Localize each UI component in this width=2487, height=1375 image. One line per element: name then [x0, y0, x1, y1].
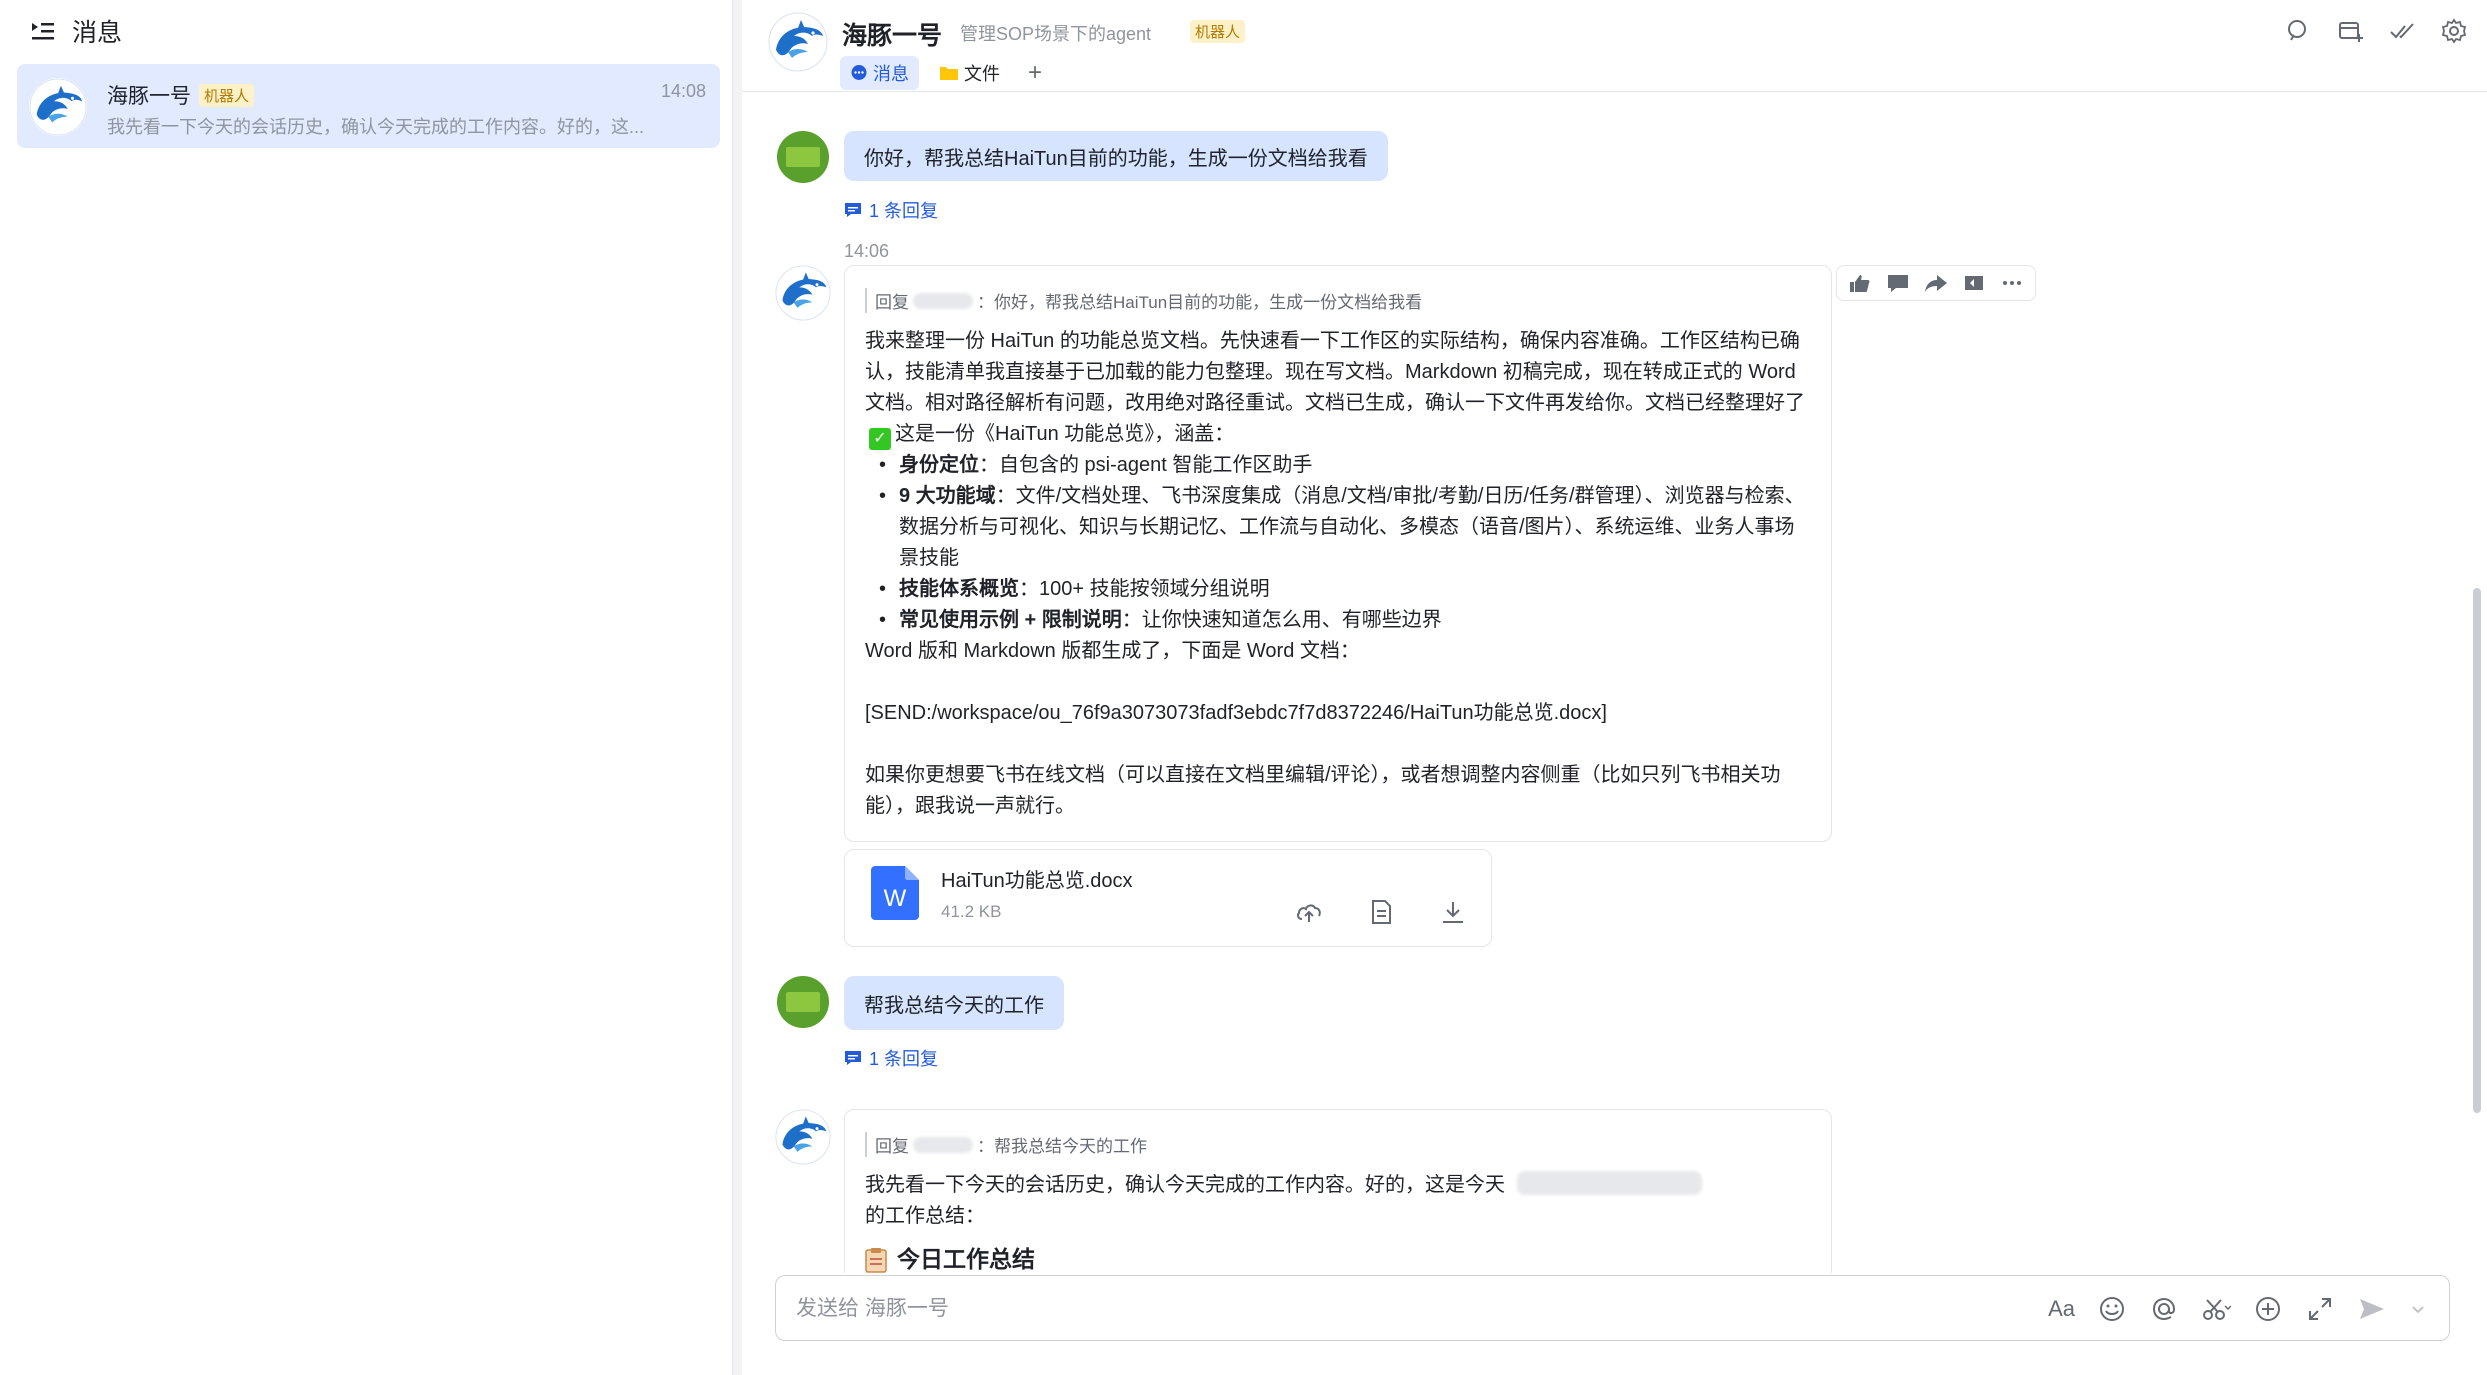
add-window-icon[interactable] [2337, 18, 2363, 44]
list-item: 常见使用示例 + 限制说明：让你快速知道怎么用、有哪些边界 [877, 605, 1805, 636]
chat-bubble-icon [851, 65, 867, 80]
document-preview-icon[interactable] [1367, 898, 1395, 926]
double-check-icon[interactable] [2389, 18, 2415, 44]
forward-icon[interactable] [1923, 272, 1949, 294]
user-avatar[interactable] [777, 131, 829, 183]
reply-count-link[interactable]: 1 条回复 [844, 197, 938, 223]
text-format-button[interactable]: Aa [2048, 1296, 2075, 1322]
sidebar: 消息 海豚一号 机器人 14:08 我先看一下今天的会话历史，确认今天完成的工作内… [0, 0, 733, 1375]
send-icon[interactable] [2357, 1294, 2387, 1324]
dolphin-avatar[interactable] [768, 12, 828, 72]
cloud-upload-icon[interactable] [1295, 898, 1323, 926]
send-path: [SEND:/workspace/ou_76f9a3073073fadf3ebd… [865, 702, 1607, 724]
bot-message-card[interactable]: 回复 ：帮我总结今天的工作 我先看一下今天的会话历史，确认今天完成的工作内容。好… [844, 1109, 1832, 1273]
blurred-username [913, 292, 973, 309]
chat-header: 海豚一号 管理SOP场景下的agent 机器人 消息 文件 + [742, 0, 2487, 92]
list-item: 身份定位：自包含的 psi-agent 智能工作区助手 [877, 450, 1805, 481]
conversation-time: 14:08 [660, 81, 706, 101]
reply-count-link[interactable]: 1 条回复 [844, 1045, 938, 1071]
feature-list: 身份定位：自包含的 psi-agent 智能工作区助手 9 大功能域：文件/文档… [865, 450, 1805, 636]
reply-quote[interactable]: 回复 ：你好，帮我总结HaiTun目前的功能，生成一份文档给我看 [865, 288, 1422, 313]
reply-quote[interactable]: 回复 ：帮我总结今天的工作 [865, 1132, 1147, 1157]
scrollbar[interactable] [2473, 588, 2481, 1113]
search-icon[interactable] [2285, 18, 2311, 44]
plus-circle-icon[interactable] [2253, 1294, 2283, 1324]
svg-text:W: W [884, 885, 907, 912]
folder-icon [940, 67, 958, 80]
chevron-down-icon[interactable] [2409, 1294, 2427, 1324]
chat-description: 管理SOP场景下的agent [960, 24, 1152, 44]
thumbs-up-icon[interactable] [1847, 272, 1873, 294]
reply-icon [845, 203, 861, 217]
bot-message-body: 我来整理一份 HaiTun 的功能总览文档。先快速看一下工作区的实际结构，确保内… [865, 326, 1805, 822]
bot-tag: 机器人 [199, 84, 255, 107]
chat-tabs: 消息 文件 + [840, 56, 1050, 90]
dolphin-avatar[interactable] [775, 265, 831, 321]
message-actions [1836, 265, 2036, 301]
more-icon[interactable] [1999, 272, 2025, 294]
reply-icon [845, 1051, 861, 1065]
file-name[interactable]: HaiTun功能总览.docx [941, 864, 1133, 893]
bot-message-card[interactable]: 回复 ：你好，帮我总结HaiTun目前的功能，生成一份文档给我看 我来整理一份 … [844, 265, 1832, 842]
conversation-item[interactable]: 海豚一号 机器人 14:08 我先看一下今天的会话历史，确认今天完成的工作内容。好… [17, 64, 720, 148]
tab-files[interactable]: 文件 [929, 56, 1010, 90]
word-file-icon: W [871, 866, 919, 920]
emoji-icon[interactable] [2097, 1294, 2127, 1324]
checkmark-icon: ✓ [869, 428, 891, 450]
message-timestamp: 14:06 [844, 241, 890, 261]
comment-icon[interactable] [1885, 272, 1911, 294]
blurred-text [1517, 1171, 1702, 1195]
list-item: 技能体系概览：100+ 技能按领域分组说明 [877, 574, 1805, 605]
tab-messages[interactable]: 消息 [840, 56, 919, 90]
add-tab-button[interactable]: + [1020, 59, 1050, 87]
file-actions [1295, 898, 1467, 926]
composer-tools: Aa [2048, 1294, 2427, 1324]
message-composer: Aa [775, 1275, 2450, 1341]
summary-heading: 今日工作总结 [865, 1244, 1805, 1273]
gear-icon[interactable] [2441, 18, 2467, 44]
file-size: 41.2 KB [941, 902, 1002, 921]
list-item: 9 大功能域：文件/文档处理、飞书深度集成（消息/文档/审批/考勤/日历/任务/… [877, 481, 1805, 574]
download-icon[interactable] [1439, 898, 1467, 926]
expand-icon[interactable] [2305, 1294, 2335, 1324]
header-actions [2285, 18, 2467, 44]
clipboard-icon [865, 1247, 887, 1273]
chat-name[interactable]: 海豚一号 [842, 16, 942, 52]
user-message-bubble[interactable]: 帮我总结今天的工作 [844, 976, 1064, 1030]
sidebar-header: 消息 [0, 0, 732, 62]
dolphin-avatar [29, 78, 87, 136]
file-attachment-card[interactable]: W HaiTun功能总览.docx 41.2 KB [844, 849, 1492, 947]
message-input[interactable] [796, 1290, 1696, 1328]
user-message-bubble[interactable]: 你好，帮我总结HaiTun目前的功能，生成一份文档给我看 [844, 131, 1388, 181]
list-collapse-icon[interactable] [30, 20, 56, 42]
conversation-name: 海豚一号 机器人 [107, 80, 255, 110]
conversation-preview: 我先看一下今天的会话历史，确认今天完成的工作内容。好的，这... [107, 117, 644, 137]
user-avatar[interactable] [777, 976, 829, 1028]
pin-icon[interactable] [1961, 272, 1987, 294]
chat-panel: 海豚一号 管理SOP场景下的agent 机器人 消息 文件 + 你好，帮我总结H… [742, 0, 2487, 1375]
sidebar-title: 消息 [72, 19, 123, 47]
blurred-username [913, 1136, 973, 1153]
scissors-icon[interactable] [2201, 1294, 2231, 1324]
bot-tag: 机器人 [1190, 20, 1246, 43]
dolphin-avatar[interactable] [775, 1109, 831, 1165]
bot-message-body: 我先看一下今天的会话历史，确认今天完成的工作内容。好的，这是今天 的工作总结： … [865, 1170, 1805, 1273]
message-list[interactable]: 你好，帮我总结HaiTun目前的功能，生成一份文档给我看 1 条回复 14:06… [742, 93, 2487, 1273]
mention-icon[interactable] [2149, 1294, 2179, 1324]
